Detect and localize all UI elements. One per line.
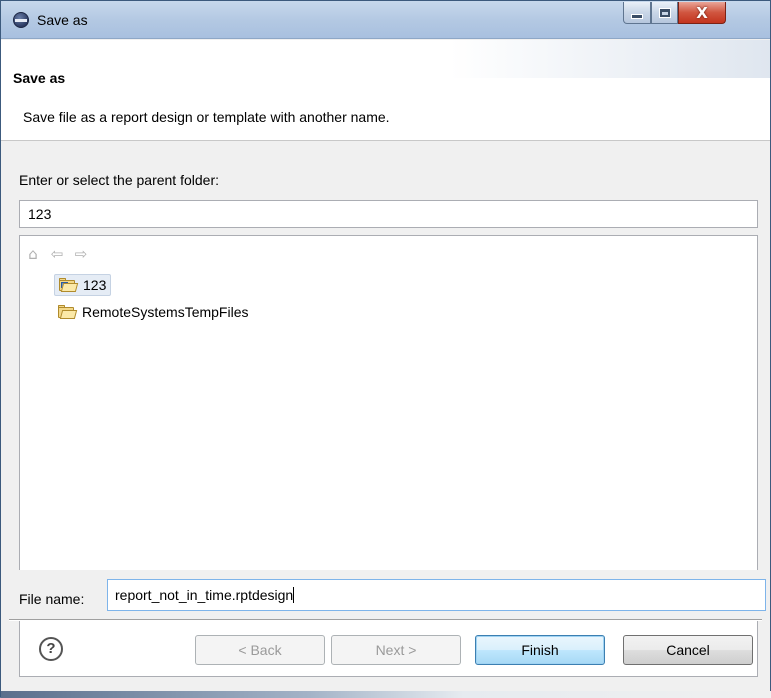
eclipse-app-icon (13, 12, 29, 28)
save-as-dialog: Save as X Save as Save file as a report … (0, 0, 771, 698)
cancel-button[interactable]: Cancel (623, 635, 753, 665)
minimize-button[interactable] (623, 2, 651, 24)
window-title: Save as (37, 12, 88, 28)
dialog-heading: Save as (13, 70, 66, 86)
header-banner (450, 40, 770, 78)
tree-item-label: 123 (83, 277, 107, 293)
back-arrow-icon[interactable]: ⇦ (48, 245, 66, 263)
dialog-header: Save as Save file as a report design or … (1, 40, 770, 141)
title-bar[interactable]: Save as X (1, 1, 770, 39)
next-button[interactable]: Next > (331, 635, 461, 665)
tree-item-123[interactable]: 123 (54, 274, 112, 296)
button-bar-separator (9, 619, 762, 621)
dialog-description: Save file as a report design or template… (23, 109, 390, 125)
close-button[interactable]: X (678, 2, 726, 24)
maximize-icon (659, 8, 670, 17)
tree-toolbar: ⌂ ⇦ ⇨ (24, 243, 90, 265)
home-icon[interactable]: ⌂ (24, 245, 42, 263)
open-folder-icon (58, 305, 78, 319)
text-caret (293, 587, 295, 603)
close-icon: X (696, 3, 708, 22)
minimize-icon (631, 14, 643, 19)
tree-item-label: RemoteSystemsTempFiles (82, 304, 249, 320)
file-name-input[interactable]: report_not_in_time.rptdesign (107, 579, 766, 611)
help-icon[interactable]: ? (39, 637, 63, 661)
file-name-value: report_not_in_time.rptdesign (115, 587, 294, 603)
parent-folder-label: Enter or select the parent folder: (19, 172, 219, 188)
forward-arrow-icon[interactable]: ⇨ (72, 245, 90, 263)
open-project-folder-icon (59, 278, 79, 292)
file-name-label: File name: (19, 591, 85, 607)
tree-item-remote-systems-temp-files[interactable]: RemoteSystemsTempFiles (54, 302, 253, 322)
parent-folder-input[interactable] (19, 200, 758, 228)
finish-button[interactable]: Finish (475, 635, 605, 665)
back-button[interactable]: < Back (195, 635, 325, 665)
maximize-button[interactable] (651, 2, 678, 24)
